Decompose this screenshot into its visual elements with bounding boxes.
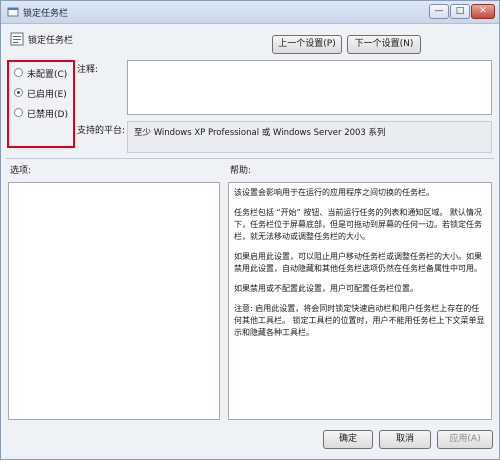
comment-textarea[interactable] xyxy=(127,60,492,115)
platform-value: 至少 Windows XP Professional 或 Windows Ser… xyxy=(127,121,492,153)
help-text-panel[interactable]: 该设置会影响用于在运行的应用程序之间切换的任务栏。 任务栏包括 “开始” 按钮、… xyxy=(228,182,492,420)
apply-button[interactable]: 应用(A) xyxy=(437,430,493,449)
highlight-annotation xyxy=(7,60,75,148)
maximize-button[interactable]: □ xyxy=(450,4,470,19)
policy-setting-window: 锁定任务栏 — □ ✕ 锁定任务栏 上一个设置(P) 下一个设置(N) 未配置(… xyxy=(0,0,500,460)
help-paragraph: 如果启用此设置，可以阻止用户移动任务栏或调整任务栏的大小。如果禁用此设置，自动隐… xyxy=(234,252,482,273)
help-label: 帮助: xyxy=(230,166,252,176)
options-panel xyxy=(8,182,220,420)
section-divider xyxy=(6,158,494,159)
title-bar[interactable]: 锁定任务栏 — □ ✕ xyxy=(1,1,499,24)
maximize-icon: □ xyxy=(455,6,465,16)
setting-icon xyxy=(10,32,24,46)
help-paragraph: 注意: 启用此设置，将会同时锁定快速启动栏和用户任务栏上存在的任何其他工具栏。 … xyxy=(234,304,485,337)
help-paragraph: 该设置会影响用于在运行的应用程序之间切换的任务栏。 xyxy=(234,188,434,197)
platform-label: 支持的平台: xyxy=(77,126,126,136)
help-paragraph: 任务栏包括 “开始” 按钮、当前运行任务的列表和通知区域。 默认情况下，任务栏位… xyxy=(234,208,482,241)
window-title: 锁定任务栏 xyxy=(23,9,69,19)
options-label: 选项: xyxy=(10,166,32,176)
dialog-content: 锁定任务栏 上一个设置(P) 下一个设置(N) 未配置(C) 已启用(E) 已禁… xyxy=(2,24,498,459)
close-button[interactable]: ✕ xyxy=(471,4,495,19)
cancel-button[interactable]: 取消 xyxy=(379,430,431,449)
minimize-button[interactable]: — xyxy=(429,4,449,19)
next-setting-button[interactable]: 下一个设置(N) xyxy=(347,35,421,54)
ok-button[interactable]: 确定 xyxy=(323,430,373,449)
close-icon: ✕ xyxy=(479,6,487,16)
previous-setting-button[interactable]: 上一个设置(P) xyxy=(272,35,342,54)
comment-label: 注释: xyxy=(77,65,99,75)
setting-title: 锁定任务栏 xyxy=(28,36,74,46)
help-paragraph: 如果禁用或不配置此设置，用户可配置任务栏位置。 xyxy=(234,284,418,293)
policy-icon xyxy=(7,7,19,17)
minimize-icon: — xyxy=(434,6,444,16)
